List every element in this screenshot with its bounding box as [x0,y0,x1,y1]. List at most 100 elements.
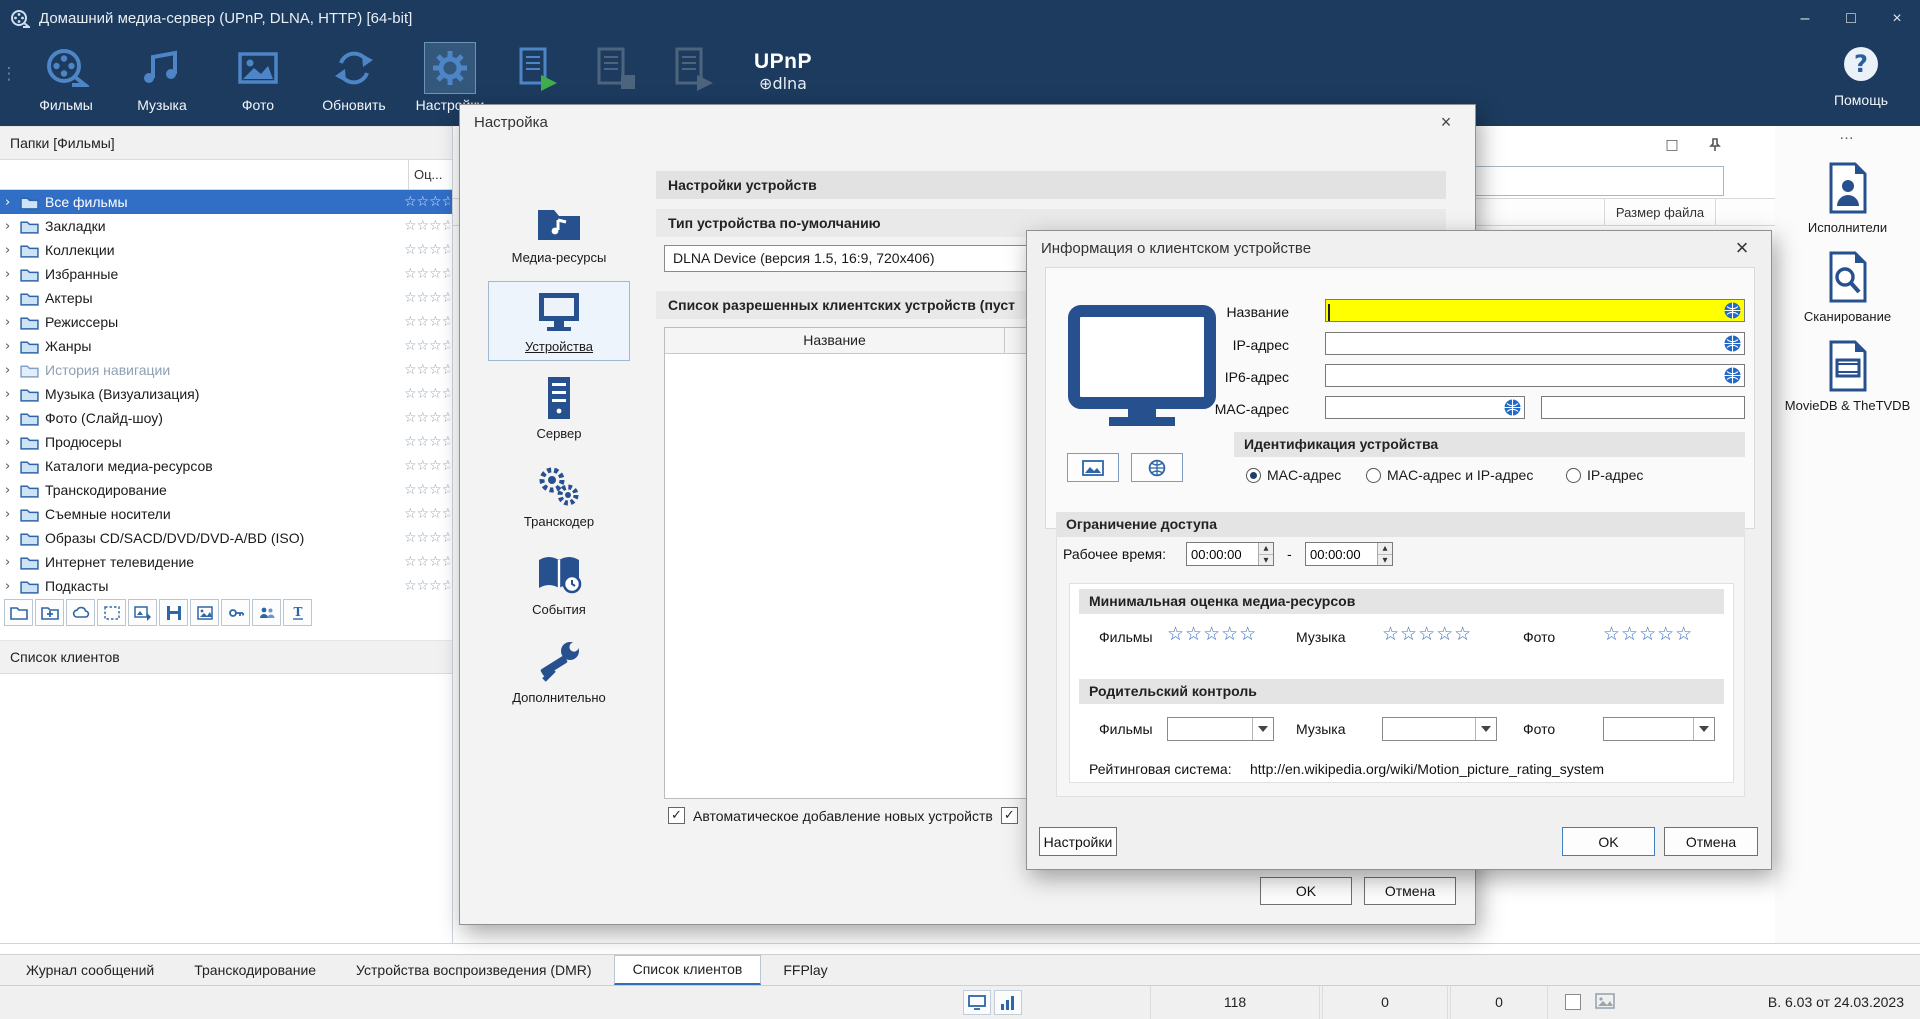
minimize-button[interactable]: – [1782,0,1828,37]
settings-nav-events[interactable]: События [488,545,630,623]
tab-clients-list[interactable]: Список клиентов [614,955,762,985]
expander-icon[interactable] [5,339,20,354]
export-image-button[interactable] [128,599,157,626]
settings-nav-transcoder[interactable]: Транскодер [488,457,630,535]
parental-photo-select[interactable] [1603,717,1715,741]
settings-button[interactable]: Настройки [402,42,498,113]
status-chart-button[interactable] [994,990,1022,1015]
radio-icon[interactable] [1566,468,1581,483]
time-from-input[interactable] [1187,543,1258,565]
users-button[interactable] [252,599,281,626]
selection-button[interactable] [97,599,126,626]
expander-icon[interactable] [5,363,20,378]
expander-icon[interactable] [5,459,20,474]
settings-nav-additional[interactable]: Дополнительно [488,633,630,711]
expander-icon[interactable] [5,435,20,450]
rating-column-header[interactable]: Оц... [408,160,452,190]
secondary-checkbox[interactable] [1001,807,1018,824]
tree-row[interactable]: Образы CD/SACD/DVD/DVD-A/BD (ISO)☆☆☆☆ [0,526,452,550]
tree-row[interactable]: Съемные носители☆☆☆☆ [0,502,452,526]
cloud-button[interactable] [66,599,95,626]
radio-mac[interactable]: MAC-адрес [1246,467,1341,483]
performers-button[interactable]: Исполнители [1775,162,1920,235]
tree-row[interactable]: Фото (Слайд-шоу)☆☆☆☆ [0,406,452,430]
expander-icon[interactable] [5,555,20,570]
tab-message-log[interactable]: Журнал сообщений [8,955,172,985]
tab-dmr-devices[interactable]: Устройства воспроизведения (DMR) [338,955,610,985]
spin-up-icon[interactable]: ▲ [1259,543,1273,554]
mac-detect-button[interactable] [1504,399,1521,416]
image-button[interactable] [190,599,219,626]
settings-nav-media-resources[interactable]: Медиа-ресурсы [488,193,630,271]
photo-button[interactable]: Фото [210,42,306,113]
stop-server-button[interactable] [576,42,654,93]
device-ip-input[interactable] [1325,332,1745,355]
tree-row[interactable]: Продюсеры☆☆☆☆ [0,430,452,454]
tree-row[interactable]: Транскодирование☆☆☆☆ [0,478,452,502]
restart-server-button[interactable] [654,42,732,93]
work-time-to[interactable]: ▲▼ [1305,542,1393,566]
tree-row[interactable]: Подкасты☆☆☆☆ [0,574,452,598]
device-mac-input[interactable] [1325,396,1525,419]
device-image-button[interactable] [1067,453,1119,482]
key-button[interactable] [221,599,250,626]
device-cancel-button[interactable]: Отмена [1664,827,1758,856]
settings-ok-button[interactable]: OK [1260,877,1352,905]
radio-mac-ip[interactable]: MAC-адрес и IP-адрес [1366,467,1533,483]
expander-icon[interactable] [5,483,20,498]
parental-music-select[interactable] [1382,717,1497,741]
ip6-detect-button[interactable] [1724,367,1741,384]
device-ok-button[interactable]: OK [1562,827,1655,856]
rating-stars-music[interactable]: ☆☆☆☆☆ [1382,623,1472,645]
font-button[interactable]: T [283,599,312,626]
status-checkbox[interactable] [1565,994,1581,1010]
scanning-button[interactable]: Сканирование [1775,251,1920,324]
save-button[interactable] [159,599,188,626]
expander-icon[interactable] [5,195,20,210]
work-time-from[interactable]: ▲▼ [1186,542,1274,566]
device-settings-button[interactable]: Настройки [1039,827,1117,856]
radio-ip[interactable]: IP-адрес [1566,467,1643,483]
expander-icon[interactable] [5,531,20,546]
spin-up-icon[interactable]: ▲ [1378,543,1392,554]
tree-row[interactable]: Жанры☆☆☆☆ [0,334,452,358]
ip-detect-button[interactable] [1724,335,1741,352]
device-mac-vendor-input[interactable] [1541,396,1745,419]
toolbar-grip-icon[interactable]: ⋮ [0,42,18,84]
settings-close-icon[interactable]: × [1431,112,1461,133]
settings-nav-server[interactable]: Сервер [488,369,630,447]
status-server-button[interactable] [963,990,991,1015]
expander-icon[interactable] [5,315,20,330]
music-button[interactable]: Музыка [114,42,210,113]
open-folder-button[interactable] [4,599,33,626]
device-ip6-input[interactable] [1325,364,1745,387]
tree-row[interactable]: Актеры☆☆☆☆ [0,286,452,310]
clients-list-area[interactable] [0,674,452,943]
expander-icon[interactable] [5,411,20,426]
tree-row[interactable]: Закладки☆☆☆☆ [0,214,452,238]
spinner[interactable]: ▲▼ [1258,543,1273,565]
name-detect-button[interactable] [1724,302,1741,319]
tree-row[interactable]: Музыка (Визуализация)☆☆☆☆ [0,382,452,406]
overflow-icon[interactable]: … [1775,126,1920,146]
device-name-input[interactable] [1325,299,1745,322]
start-server-button[interactable] [498,42,576,93]
expander-icon[interactable] [5,387,20,402]
panel-restore-icon[interactable]: □ [1662,135,1682,155]
device-network-button[interactable] [1131,453,1183,482]
add-folder-button[interactable] [35,599,64,626]
tree-row[interactable]: Избранные☆☆☆☆ [0,262,452,286]
expander-icon[interactable] [5,219,20,234]
auto-add-checkbox[interactable] [668,807,685,824]
radio-icon[interactable] [1246,468,1261,483]
rating-stars-films[interactable]: ☆☆☆☆☆ [1167,623,1257,645]
tree-row[interactable]: Все фильмы☆☆☆☆ [0,190,452,214]
radio-icon[interactable] [1366,468,1381,483]
close-button[interactable]: × [1874,0,1920,37]
help-button[interactable]: ? Помощь [1816,42,1906,108]
refresh-button[interactable]: Обновить [306,42,402,113]
expander-icon[interactable] [5,243,20,258]
tab-ffplay[interactable]: FFPlay [765,955,845,985]
tree-row[interactable]: История навигации☆☆☆☆ [0,358,452,382]
pin-icon[interactable] [1705,135,1725,155]
